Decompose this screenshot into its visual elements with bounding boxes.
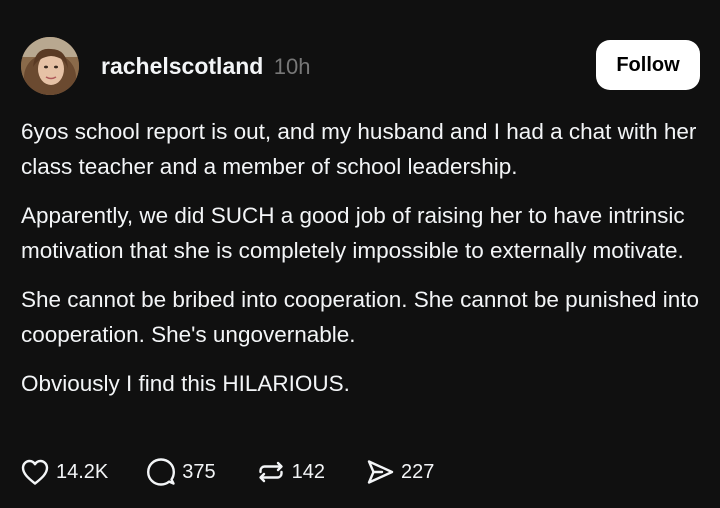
post-body: 6yos school report is out, and my husban… (21, 114, 706, 415)
post-header: rachelscotland 10h (101, 51, 311, 85)
reply-button[interactable]: 375 (146, 455, 216, 489)
timestamp: 10h (273, 54, 311, 79)
send-icon (365, 457, 395, 487)
heart-icon (20, 458, 50, 486)
reply-count: 375 (182, 460, 216, 483)
action-bar: 14.2K 375 142 227 (20, 455, 434, 489)
repost-button[interactable]: 142 (256, 455, 325, 489)
speech-bubble-icon (146, 457, 176, 487)
share-count: 227 (401, 460, 435, 483)
post-paragraph: Obviously I find this HILARIOUS. (21, 371, 350, 396)
follow-button[interactable]: Follow (596, 40, 700, 90)
like-button[interactable]: 14.2K (20, 455, 108, 489)
avatar-image (21, 37, 79, 95)
share-button[interactable]: 227 (365, 455, 434, 489)
post-paragraph: Apparently, we did SUCH a good job of ra… (21, 203, 685, 263)
like-count: 14.2K (56, 460, 109, 483)
threads-post: rachelscotland 10h Follow 6yos school re… (0, 0, 720, 508)
avatar[interactable] (21, 37, 79, 95)
repost-icon (256, 457, 286, 487)
repost-count: 142 (291, 460, 326, 483)
post-paragraph: She cannot be bribed into cooperation. S… (21, 287, 700, 347)
post-paragraph: 6yos school report is out, and my husban… (21, 119, 697, 179)
username[interactable]: rachelscotland (101, 53, 263, 79)
